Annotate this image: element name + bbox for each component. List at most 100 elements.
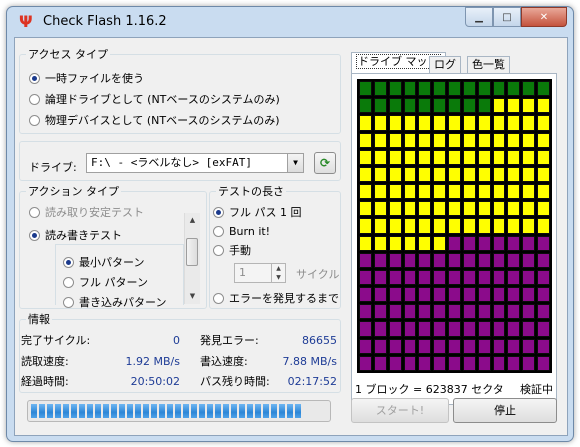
minimize-button[interactable]: ▁ bbox=[465, 7, 493, 27]
drive-map-block bbox=[462, 115, 476, 131]
tab-label: ドライブ マップ bbox=[356, 54, 441, 69]
map-status-text: 検証中 bbox=[520, 383, 553, 396]
drive-map-block bbox=[537, 132, 550, 148]
drive-map-block bbox=[507, 235, 521, 251]
refresh-button[interactable]: ⟳ bbox=[314, 152, 336, 174]
drive-map-block bbox=[373, 81, 387, 97]
drive-map-block bbox=[403, 355, 417, 371]
pattern-option-min[interactable]: 最小パターン bbox=[63, 254, 144, 270]
radio-icon[interactable] bbox=[29, 206, 40, 218]
read-speed-value: 1.92 MB/s bbox=[125, 355, 180, 368]
drive-select[interactable]: F:\ - <ラベルなし> [exFAT] ▼ bbox=[86, 153, 304, 173]
drive-map-block bbox=[448, 338, 461, 354]
drive-map-block bbox=[418, 201, 432, 217]
completed-cycles-value: 0 bbox=[173, 334, 180, 347]
drive-map-block bbox=[388, 98, 402, 114]
chevron-down-icon[interactable]: ▼ bbox=[287, 154, 303, 172]
pattern-option-write[interactable]: 書き込みパターン bbox=[63, 294, 166, 310]
radio-icon[interactable] bbox=[63, 296, 74, 308]
drive-map-block bbox=[462, 166, 476, 183]
drive-map-block bbox=[359, 201, 372, 217]
access-option-physical-device[interactable]: 物理デバイスとして (NTベースのシステムのみ) bbox=[29, 112, 280, 128]
drive-map-block bbox=[359, 321, 372, 337]
drive-map-block bbox=[477, 201, 491, 217]
radio-icon[interactable] bbox=[213, 225, 224, 237]
drive-map-block bbox=[388, 201, 402, 217]
action-scrollbar[interactable]: ▲ ▼ bbox=[184, 213, 200, 304]
scroll-down-icon[interactable]: ▼ bbox=[185, 289, 200, 304]
drive-map-block bbox=[418, 355, 432, 371]
scroll-up-icon[interactable]: ▲ bbox=[185, 213, 200, 228]
tab-color-list[interactable]: 色一覧 bbox=[467, 56, 510, 73]
maximize-button[interactable]: □ bbox=[493, 7, 521, 27]
progress-segment bbox=[55, 404, 61, 418]
drive-map-block bbox=[492, 269, 506, 286]
drive-map-block bbox=[507, 355, 521, 371]
start-button[interactable]: スタート! bbox=[351, 398, 449, 423]
drive-map-block bbox=[448, 184, 461, 200]
drive-map-block bbox=[448, 304, 461, 320]
drive-map-block bbox=[433, 338, 447, 354]
drive-map-block bbox=[403, 235, 417, 251]
drive-map-block bbox=[448, 287, 461, 303]
access-type-legend: アクセス タイプ bbox=[28, 48, 108, 61]
length-option-burn-it[interactable]: Burn it! bbox=[213, 223, 270, 239]
drive-map-block bbox=[462, 149, 476, 165]
radio-icon[interactable] bbox=[29, 93, 40, 105]
action-option-read-stability[interactable]: 読み取り安定テスト bbox=[29, 204, 144, 220]
drive-map-block bbox=[388, 269, 402, 286]
drive-map-block bbox=[522, 201, 536, 217]
stepper-arrows-icon[interactable]: ▲ ▼ bbox=[271, 264, 285, 282]
length-option-label: Burn it! bbox=[229, 224, 271, 238]
info-row-1: 完了サイクル: 0 発見エラー: 86655 bbox=[15, 333, 345, 348]
drive-map-block bbox=[477, 304, 491, 320]
progress-segment bbox=[31, 404, 37, 418]
drive-map-block bbox=[403, 218, 417, 234]
radio-icon[interactable] bbox=[213, 206, 224, 218]
radio-icon[interactable] bbox=[63, 256, 74, 268]
drive-map-block bbox=[359, 252, 372, 268]
radio-icon[interactable] bbox=[63, 276, 74, 288]
drive-map-block bbox=[448, 81, 461, 97]
drive-map-block bbox=[359, 132, 372, 148]
close-button[interactable]: ✕ bbox=[521, 7, 567, 27]
drive-map-block bbox=[492, 201, 506, 217]
action-option-read-write[interactable]: 読み書きテスト bbox=[29, 227, 122, 243]
length-option-full-pass[interactable]: フル パス 1 回 bbox=[213, 204, 302, 220]
radio-icon[interactable] bbox=[213, 244, 224, 256]
drive-map-block bbox=[462, 98, 476, 114]
stop-button[interactable]: 停止 bbox=[453, 398, 557, 423]
cycles-stepper[interactable]: 1 ▲ ▼ bbox=[234, 263, 286, 283]
title-bar[interactable]: Ψ Check Flash 1.16.2 ▁ □ ✕ bbox=[7, 7, 573, 37]
radio-icon[interactable] bbox=[29, 229, 40, 241]
drive-map-block bbox=[522, 218, 536, 234]
radio-icon[interactable] bbox=[29, 114, 40, 126]
drive-map-block bbox=[522, 98, 536, 114]
drive-map-block bbox=[462, 201, 476, 217]
access-option-label: 物理デバイスとして (NTベースのシステムのみ) bbox=[45, 114, 280, 127]
drive-map-block bbox=[462, 218, 476, 234]
access-option-logical-drive[interactable]: 論理ドライブとして (NTベースのシステムのみ) bbox=[29, 91, 280, 107]
pattern-option-full[interactable]: フル パターン bbox=[63, 274, 148, 290]
radio-icon[interactable] bbox=[213, 292, 224, 304]
drive-map-block bbox=[448, 235, 461, 251]
drive-map-block bbox=[433, 269, 447, 286]
drive-map-block bbox=[462, 269, 476, 286]
drive-map-block bbox=[462, 338, 476, 354]
radio-icon[interactable] bbox=[29, 72, 40, 84]
length-option-until-error[interactable]: エラーを発見するまで bbox=[213, 290, 339, 306]
scroll-thumb[interactable] bbox=[186, 238, 198, 266]
length-option-manual[interactable]: 手動 bbox=[213, 242, 251, 258]
drive-map-block bbox=[477, 355, 491, 371]
drive-map-block bbox=[388, 149, 402, 165]
drive-map-block bbox=[507, 338, 521, 354]
drive-map-block bbox=[373, 252, 387, 268]
tab-log[interactable]: ログ bbox=[429, 56, 461, 73]
progress-segment bbox=[231, 404, 237, 418]
read-speed-label: 読取速度: bbox=[21, 355, 69, 368]
drive-map-block bbox=[462, 132, 476, 148]
drive-map-block bbox=[388, 81, 402, 97]
drive-map-block bbox=[433, 355, 447, 371]
progress-segment bbox=[223, 404, 229, 418]
access-option-temp-file[interactable]: 一時ファイルを使う bbox=[29, 70, 144, 86]
